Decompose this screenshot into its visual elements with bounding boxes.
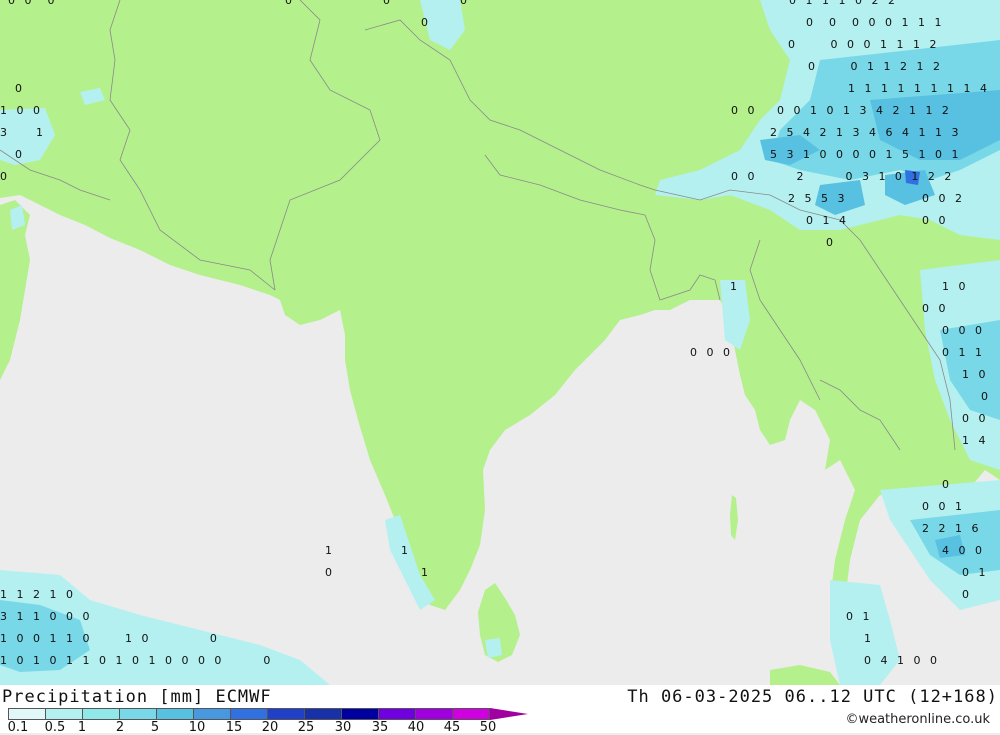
legend-swatch-4 [157, 708, 194, 720]
precip-value-label: 1 [325, 544, 335, 557]
precip-value-label: 0 0 0 [690, 346, 733, 359]
precip-value-label: 0 [460, 0, 470, 7]
legend-arrow [490, 708, 528, 720]
precip-value-label: 0 0 2 [922, 192, 965, 205]
precip-value-label: 0 [981, 390, 991, 403]
legend-swatch-1 [46, 708, 83, 720]
legend-swatch-7 [268, 708, 305, 720]
precip-value-label: 0 1 [962, 566, 989, 579]
precip-value-label: 0 0 2 0 3 1 0 1 2 2 [731, 170, 955, 183]
precip-value-label: 1 0 1 0 1 1 0 1 0 1 0 0 0 0 0 [0, 654, 274, 667]
precip-value-label: 1 0 [942, 280, 969, 293]
legend-swatch-9 [342, 708, 379, 720]
precip-value-label: 0 0 0 0 1 0 1 3 4 2 1 1 2 [731, 104, 952, 117]
precip-value-label: 0 [325, 566, 335, 579]
precip-value-label: 1 [730, 280, 740, 293]
precip-value-label: 2 5 5 3 [788, 192, 848, 205]
precip-value-label: 1 0 [962, 368, 989, 381]
precip-value-label: 3 1 1 0 0 0 [0, 610, 93, 623]
legend-swatch-6 [231, 708, 268, 720]
precip-value-label: 0 0 [922, 302, 949, 315]
precip-value-label: 1 0 0 [0, 104, 43, 117]
precip-value-label: 0 1 4 [806, 214, 849, 227]
precip-value-label: 0 0 1 [922, 500, 965, 513]
legend-swatch-3 [120, 708, 157, 720]
precip-value-label: 0 0 0 [942, 324, 985, 337]
legend-swatch-5 [194, 708, 231, 720]
legend-swatch-12 [453, 708, 490, 720]
precip-value-label: 0 0 0 0 1 1 1 2 [788, 38, 940, 51]
legend-swatch-10 [379, 708, 416, 720]
precip-value-label: 0 4 1 0 0 [864, 654, 940, 667]
precip-value-label: 0 [0, 170, 10, 183]
copyright-credit: ©weatheronline.co.uk [845, 712, 990, 727]
precip-value-label: 2 5 4 2 1 3 4 6 4 1 1 3 [770, 126, 962, 139]
precip-value-label: 0 1 1 1 0 2 2 [789, 0, 898, 7]
legend-swatch-0 [8, 708, 46, 720]
precip-value-label: 0 1 [846, 610, 873, 623]
precip-value-label: 1 1 1 1 1 1 1 1 4 [848, 82, 990, 95]
precip-value-label: 2 2 1 6 [922, 522, 982, 535]
precip-value-label: 0 [942, 478, 952, 491]
forecast-run-time: Th 06-03-2025 06..12 UTC (12+168) [627, 687, 998, 707]
precipitation-map: 00000 1 1 1 0 2 20 0 0 0 0 1 1 10 0 0 0 … [0, 0, 1000, 685]
map-canvas [0, 0, 1000, 685]
precip-value-label: 0 [285, 0, 295, 7]
precip-value-label: 0 [962, 588, 972, 601]
precip-value-label: 1 0 0 1 1 0 1 0 0 [0, 632, 220, 645]
precip-value-label: 4 0 0 [942, 544, 985, 557]
precip-value-label: 0 0 [962, 412, 989, 425]
precip-value-label: 1 [864, 632, 874, 645]
precip-value-label: 0 [826, 236, 836, 249]
map-title: Precipitation [mm] ECMWF [2, 687, 272, 707]
legend-swatch-2 [83, 708, 120, 720]
legend-swatch-8 [305, 708, 342, 720]
precip-value-label: 0 [15, 82, 25, 95]
precip-value-label: 1 [401, 544, 411, 557]
precip-value-label: 0 1 1 [942, 346, 985, 359]
precip-value-label: 0 [15, 148, 25, 161]
color-scale [8, 708, 528, 720]
legend-swatch-11 [416, 708, 453, 720]
map-footer: Precipitation [mm] ECMWF Th 06-03-2025 0… [0, 685, 1000, 735]
precip-value-label: 0 0 1 1 2 1 2 [808, 60, 943, 73]
precip-value-label: 0 0 0 0 0 1 1 1 [806, 16, 945, 29]
precip-value-label: 1 1 2 1 0 [0, 588, 76, 601]
precip-value-label: 0 [383, 0, 393, 7]
color-scale-ticks: 0.1 0.5 1 2 5 10 15 20 25 30 35 40 45 50 [0, 720, 560, 735]
precip-value-label: 1 4 [962, 434, 989, 447]
precip-value-label: 1 [421, 566, 431, 579]
precip-value-label: 0 [421, 16, 431, 29]
precip-value-label: 3 1 [0, 126, 46, 139]
precip-value-label: 0 0 0 [8, 0, 58, 7]
precip-value-label: 5 3 1 0 0 0 0 1 5 1 0 1 [770, 148, 962, 161]
precip-value-label: 0 0 [922, 214, 949, 227]
